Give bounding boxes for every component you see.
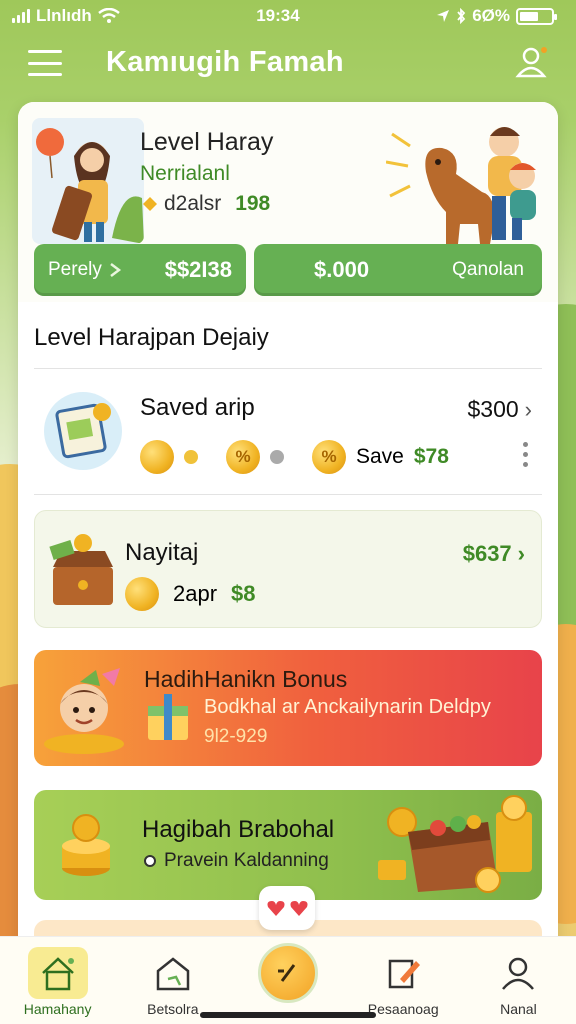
bluetooth-icon	[457, 8, 466, 24]
treasure-chest-icon	[378, 795, 532, 893]
nav-item-home[interactable]: Hamahany	[0, 937, 115, 1024]
level-hero: Level Haray Nerrialanl d2alsr 198 Perely…	[18, 102, 558, 302]
battery-percent: 6Ø%	[472, 6, 510, 25]
saved-amount: $300	[467, 396, 519, 422]
app-bar: Kamıugih Famah	[0, 36, 576, 92]
progress-dot	[184, 450, 198, 464]
pay-line-label: 2apr	[173, 581, 218, 606]
saved-title: Saved arip	[140, 394, 255, 421]
map-house-icon	[156, 957, 190, 991]
coins-icon	[125, 577, 159, 611]
level-subtitle: Nerrialanl	[140, 162, 230, 185]
divider	[34, 494, 542, 495]
person-icon	[502, 957, 535, 990]
nav-label: Nanal	[500, 1001, 537, 1017]
profile-icon[interactable]	[514, 44, 550, 80]
level-stat-label: d2alsr	[164, 192, 222, 215]
nav-label: Betsolra	[147, 1001, 199, 1017]
bonus-card[interactable]: HadihHanikn Bonus Bodkhal ar Anckailynar…	[34, 650, 542, 766]
save-value: $78	[413, 445, 449, 468]
perely-button[interactable]: Perely $$2Ɩ38	[34, 244, 246, 296]
bonus-title: HadihHanikn Bonus	[144, 666, 348, 692]
progress-dot	[270, 450, 284, 464]
favorites-button[interactable]	[259, 886, 315, 930]
pay-line-value: $8	[231, 581, 256, 606]
transfer-icon	[278, 964, 296, 982]
home-indicator	[200, 1012, 376, 1018]
bonus-range: 9Ɩ2-929	[204, 726, 268, 747]
hero-buttons: Perely $$2Ɩ38 $.000 Qanolan	[34, 244, 542, 296]
promo-subtitle: Pravein Kaldanning	[164, 850, 329, 871]
nav-label: Pesaanoag	[367, 1001, 439, 1017]
nav-item-pesaanoag[interactable]: Pesaanoag	[346, 937, 461, 1024]
gift-box-icon	[148, 694, 188, 740]
bonus-description: Bodkhal ar Anckailynarin Deldpy	[204, 696, 491, 718]
percent-coin-icon: %	[312, 440, 346, 474]
carrier-name: Llnlıdh	[36, 6, 92, 25]
pay-title: Nayitaj	[125, 539, 199, 566]
pay-amount: $637	[462, 541, 512, 566]
home-icon	[41, 957, 74, 991]
qanolan-button[interactable]: $.000 Qanolan	[254, 244, 542, 296]
perely-label: Perely	[48, 259, 102, 280]
qanolan-label: Qanolan	[452, 259, 524, 280]
nav-item-profile[interactable]: Nanal	[461, 937, 576, 1024]
nav-item-center[interactable]	[230, 937, 345, 1024]
savings-progress: % % Save $78	[140, 440, 449, 474]
percent-coin-icon: %	[226, 440, 260, 474]
clock: 19:34	[256, 6, 300, 25]
coin-icon	[143, 197, 157, 211]
saved-row[interactable]: Saved arip $300 › % % Save $78	[18, 368, 558, 494]
chevron-right-icon: ›	[524, 396, 532, 422]
avatar-coins-illustration	[44, 668, 124, 754]
save-label: Save	[356, 445, 404, 468]
family-pet-illustration	[385, 112, 546, 252]
promo-title: Hagibah Brabohal	[142, 816, 335, 843]
coin-icon	[140, 440, 174, 474]
battery-icon	[516, 7, 557, 25]
pay-detail: 2apr $8	[125, 577, 256, 611]
status-bar: Llnlıdh 19:34 6Ø%	[0, 0, 576, 32]
perely-amount: $$2Ɩ38	[164, 257, 232, 282]
chevron-right-icon: ›	[517, 541, 525, 566]
transfer-button[interactable]	[258, 943, 318, 1003]
main-card: Level Haray Nerrialanl d2alsr 198 Perely…	[18, 102, 558, 962]
nav-item-betsolra[interactable]: Betsolra	[115, 937, 230, 1024]
heart-icon	[290, 901, 307, 916]
gear-icon	[144, 855, 156, 867]
qanolan-amount: $.000	[314, 257, 370, 282]
signal-icon	[12, 9, 30, 23]
promo-card[interactable]: Hagibah Brabohal Pravein Kaldanning	[34, 790, 542, 900]
location-icon	[437, 10, 450, 22]
nav-label: Hamahany	[23, 1001, 92, 1017]
level-title: Level Haray	[140, 128, 274, 156]
bottom-nav: Hamahany Betsolra Pesaanoag Nanal	[0, 936, 576, 1024]
section-title: Level Harajpan Dejaiy	[34, 324, 269, 351]
explorer-illustration	[32, 118, 144, 244]
savings-document-icon	[44, 392, 122, 470]
edit-icon	[388, 959, 421, 989]
level-stat-value: 198	[235, 192, 271, 215]
chevron-right-icon	[110, 263, 121, 277]
wifi-icon	[97, 8, 120, 23]
page-title: Kamıugih Famah	[106, 46, 344, 78]
coin-stack-icon	[62, 814, 110, 876]
level-stat: d2alsr 198	[140, 192, 270, 216]
pay-card[interactable]: Nayitaj $637 › 2apr $8	[34, 510, 542, 628]
treasure-box-icon	[49, 534, 113, 605]
menu-icon[interactable]	[28, 50, 62, 76]
heart-icon	[267, 901, 284, 916]
more-options-icon[interactable]	[523, 442, 528, 467]
